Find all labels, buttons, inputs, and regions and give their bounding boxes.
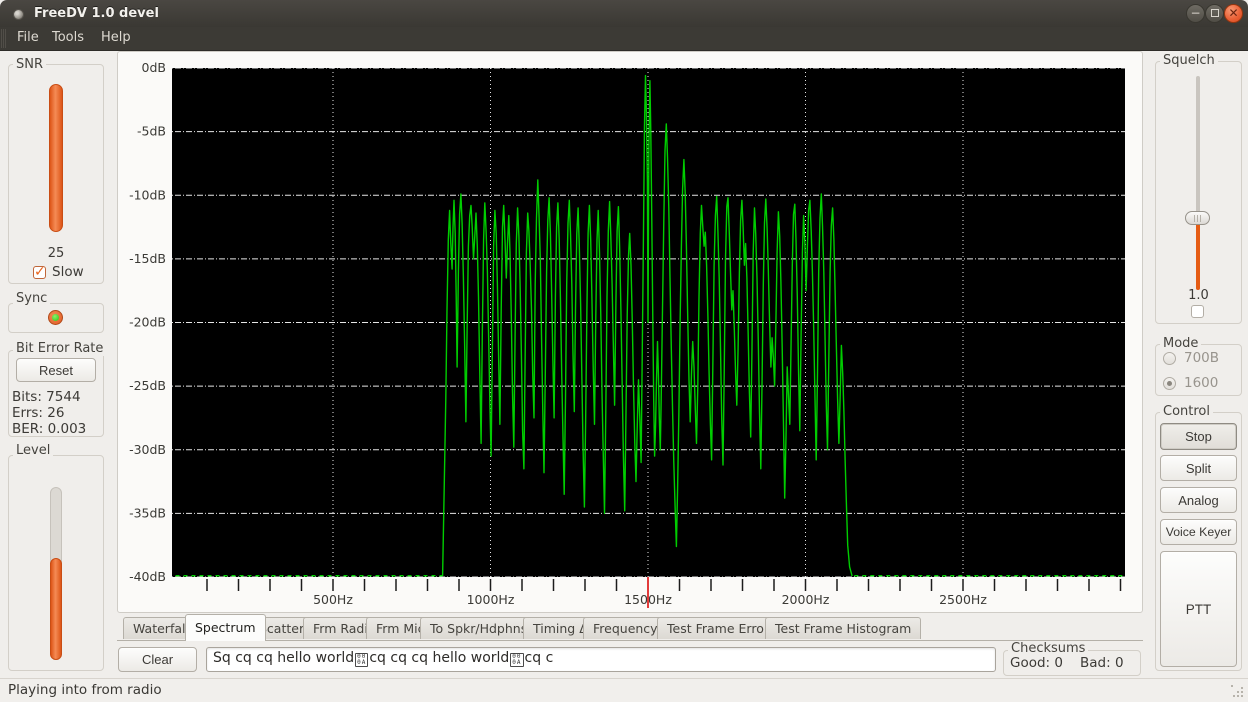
svg-text:-25dB: -25dB (129, 378, 166, 393)
plot-tabbar: Waterfall Spectrum Scatter Frm Radio Frm… (117, 614, 1143, 641)
squelch-group-label: Squelch (1160, 53, 1218, 68)
svg-text:-15dB: -15dB (129, 251, 166, 266)
squelch-slider-handle[interactable] (1185, 211, 1210, 225)
tx-text-input[interactable]: Sq cq cq hello world000Acq cq cq hello w… (206, 647, 996, 672)
window-title: FreeDV 1.0 devel (34, 0, 159, 27)
squelch-checkbox[interactable] (1191, 305, 1204, 318)
statusbar (0, 678, 1248, 702)
maximize-icon (1211, 9, 1219, 17)
close-button[interactable]: ✕ (1224, 4, 1243, 23)
minimize-button[interactable]: − (1186, 4, 1205, 23)
ptt-button[interactable]: PTT (1160, 551, 1237, 667)
ber-value: BER: 0.003 (12, 421, 86, 437)
svg-text:500Hz: 500Hz (313, 592, 353, 607)
menu-help[interactable]: Help (97, 27, 135, 50)
stop-button[interactable]: Stop (1160, 423, 1237, 450)
snr-slow-checkbox[interactable] (33, 266, 46, 279)
svg-text:2500Hz: 2500Hz (939, 592, 987, 607)
menu-grip-icon (1, 29, 6, 48)
svg-text:-30dB: -30dB (129, 442, 166, 457)
titlebar[interactable]: FreeDV 1.0 devel − ✕ (0, 0, 1248, 28)
spectrum-plot: 0dB -5dB -10dB -15dB -20dB -25dB -30dB -35dB -40… (117, 51, 1143, 613)
ber-group-label: Bit Error Rate (13, 341, 106, 356)
mode-group-label: Mode (1160, 336, 1201, 351)
svg-text:-20dB: -20dB (129, 315, 166, 330)
voice-keyer-button[interactable]: Voice Keyer (1160, 519, 1237, 545)
mode-label-1600[interactable]: 1600 (1184, 375, 1218, 391)
control-char-glyph: 000A (355, 653, 368, 667)
level-gauge-fill (50, 558, 62, 660)
snr-group-label: SNR (13, 57, 46, 72)
mode-radio-1600[interactable] (1163, 377, 1176, 390)
svg-text:0dB: 0dB (142, 60, 166, 75)
bits-value: Bits: 7544 (12, 389, 81, 405)
menu-file[interactable]: File (13, 27, 43, 50)
status-text: Playing into from radio (8, 678, 162, 702)
checksums-group-label: Checksums (1008, 641, 1088, 656)
mode-label-700b[interactable]: 700B (1184, 350, 1219, 366)
snr-gauge (49, 84, 63, 232)
control-group-label: Control (1160, 404, 1213, 419)
svg-text:-35dB: -35dB (129, 505, 166, 520)
maximize-button[interactable] (1205, 4, 1224, 23)
errs-value: Errs: 26 (12, 405, 64, 421)
clear-button[interactable]: Clear (118, 647, 197, 672)
split-button[interactable]: Split (1160, 455, 1237, 481)
tab-to-spkr[interactable]: To Spkr/Hdphns (420, 617, 537, 639)
squelch-slider-fill (1196, 218, 1200, 290)
tab-test-frame-histogram[interactable]: Test Frame Histogram (765, 617, 921, 639)
checksums-good: Good: 0 (1010, 655, 1063, 671)
svg-text:1000Hz: 1000Hz (467, 592, 515, 607)
checksums-bad: Bad: 0 (1080, 655, 1124, 671)
analog-button[interactable]: Analog (1160, 487, 1237, 513)
squelch-value: 1.0 (1155, 288, 1242, 303)
control-char-glyph: 000A (510, 653, 523, 667)
reset-button[interactable]: Reset (16, 358, 96, 382)
snr-value: 25 (8, 246, 104, 261)
freedv-window: FreeDV 1.0 devel − ✕ File Tools Help SNR… (0, 0, 1248, 702)
svg-text:-5dB: -5dB (137, 124, 166, 139)
level-group-label: Level (13, 443, 53, 458)
resize-grip-icon[interactable] (1231, 685, 1245, 699)
snr-slow-label[interactable]: Slow (52, 264, 84, 280)
app-icon (13, 9, 24, 20)
menubar (0, 27, 1248, 51)
svg-text:2000Hz: 2000Hz (782, 592, 830, 607)
menu-tools[interactable]: Tools (48, 27, 88, 50)
tab-spectrum[interactable]: Spectrum (185, 614, 266, 641)
svg-text:-10dB: -10dB (129, 187, 166, 202)
svg-text:-40dB: -40dB (129, 569, 166, 584)
sync-led-icon (48, 310, 63, 325)
sync-group-label: Sync (13, 291, 50, 306)
mode-radio-700b[interactable] (1163, 352, 1176, 365)
